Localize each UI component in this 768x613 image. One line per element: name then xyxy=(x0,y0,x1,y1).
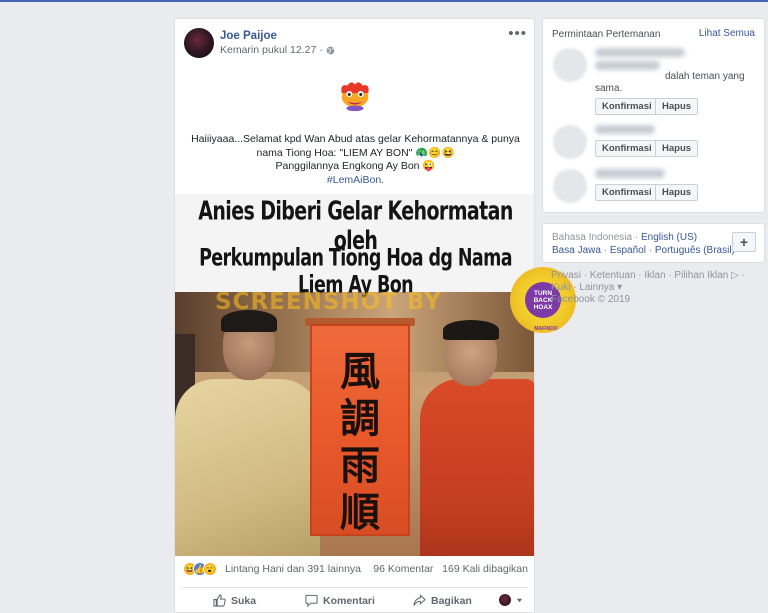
redacted-name xyxy=(595,169,665,178)
footer-links-row: Privasi · Ketentuan · Iklan · Pilihan Ik… xyxy=(551,270,745,281)
separator: · xyxy=(632,232,641,243)
language-row: Basa Jawa · Español · Português (Brasil) xyxy=(552,245,735,256)
footer-ads-link[interactable]: Iklan xyxy=(644,270,665,281)
post-timestamp[interactable]: Kemarin pukul 12.27 xyxy=(220,44,316,56)
post-as-selector[interactable] xyxy=(499,594,523,606)
redacted-name xyxy=(595,48,685,57)
mutual-friends-text: dalah teman yang xyxy=(665,71,745,82)
seal-ring-text: MAFINDO xyxy=(534,326,558,332)
share-button[interactable]: Bagikan xyxy=(413,594,472,607)
redacted-mutual xyxy=(595,61,660,70)
post-photo[interactable]: 風 調 雨 順 Anies Diberi Gelar Kehormatan ol… xyxy=(175,194,534,556)
adchoices-icon: ▷ xyxy=(731,270,739,281)
language-panel: Bahasa Indonesia · English (US) Basa Jaw… xyxy=(542,223,765,263)
delete-button[interactable]: Hapus xyxy=(655,140,699,157)
photo-person-right xyxy=(420,379,534,556)
seal-text: BACK xyxy=(533,296,553,304)
language-espanol-link[interactable]: Español xyxy=(610,245,646,256)
like-label: Suka xyxy=(231,594,257,607)
footer-links-row: Kuki · Lainnya ▾ xyxy=(551,282,623,293)
language-jawa-link[interactable]: Basa Jawa xyxy=(552,245,601,256)
author-avatar[interactable] xyxy=(184,28,214,58)
lion-dance-emoji-icon xyxy=(341,82,369,112)
add-language-button[interactable]: + xyxy=(732,232,756,252)
requester-avatar[interactable] xyxy=(553,125,587,159)
requester-avatar[interactable] xyxy=(553,169,587,203)
post-actions-bar: Suka Komentari Bagikan xyxy=(183,587,528,609)
page-footer: Privasi · Ketentuan · Iklan · Pilihan Ik… xyxy=(551,270,761,306)
footer-terms-link[interactable]: Ketentuan xyxy=(590,270,636,281)
footer-privacy-link[interactable]: Privasi xyxy=(551,270,581,281)
current-language: Bahasa Indonesia xyxy=(552,232,633,243)
delete-button[interactable]: Hapus xyxy=(655,184,699,201)
redacted-name xyxy=(595,125,655,134)
feed-post: Joe Paijoe Kemarin pukul 12.27 · ••• Hai… xyxy=(174,18,535,613)
comments-count-link[interactable]: 96 Komentar xyxy=(373,563,433,575)
reaction-icons[interactable]: 😆 👍 😮 xyxy=(183,562,217,576)
engagement-counts: 96 Komentar 169 Kali dibagikan xyxy=(373,563,528,575)
shares-count-link[interactable]: 169 Kali dibagikan xyxy=(442,563,528,575)
separator: · xyxy=(600,245,610,256)
see-all-link[interactable]: Lihat Semua xyxy=(699,28,755,39)
post-body: Haiiiyaaa...Selamat kpd Wan Abud atas ge… xyxy=(189,133,522,187)
post-text-line: Haiiiyaaa...Selamat kpd Wan Abud atas ge… xyxy=(191,133,520,145)
like-button[interactable]: Suka xyxy=(213,594,256,607)
confirm-button[interactable]: Konfirmasi xyxy=(595,184,659,201)
footer-adchoices-link[interactable]: Pilihan Iklan xyxy=(674,270,728,281)
user-mini-avatar xyxy=(499,594,511,606)
seal-text: TURN xyxy=(533,289,553,297)
post-author-name[interactable]: Joe Paijoe xyxy=(220,30,277,42)
friend-requests-title: Permintaan Pertemanan xyxy=(552,29,661,40)
seal-text: HOAX xyxy=(533,303,553,311)
post-text-line: Panggilannya Engkong Ay Bon 😜 xyxy=(275,160,436,172)
post-options-button[interactable]: ••• xyxy=(508,25,527,42)
meta-separator: · xyxy=(319,44,323,56)
comment-label: Komentari xyxy=(323,594,375,607)
share-icon xyxy=(413,594,426,606)
footer-cookies-link[interactable]: Kuki xyxy=(551,282,570,293)
reactions-summary: 😆 👍 😮 Lintang Hani dan 391 lainnya 96 Ko… xyxy=(183,562,528,578)
footer-copyright: Facebook © 2019 xyxy=(551,294,631,305)
delete-button[interactable]: Hapus xyxy=(655,98,699,115)
wow-reaction-icon: 😮 xyxy=(203,562,217,576)
reactors-link[interactable]: Lintang Hani dan 391 lainnya xyxy=(225,563,361,575)
thumbs-up-icon xyxy=(213,594,226,607)
comment-button[interactable]: Komentari xyxy=(305,594,375,607)
photo-hair-right xyxy=(443,320,499,340)
caret-down-icon xyxy=(516,598,523,602)
requester-avatar[interactable] xyxy=(553,48,587,82)
language-row: Bahasa Indonesia · English (US) xyxy=(552,232,697,243)
confirm-button[interactable]: Konfirmasi xyxy=(595,140,659,157)
scroll-character: 順 xyxy=(340,489,380,536)
screenshot-watermark: SCREENSHOT BY xyxy=(215,289,442,315)
share-label: Bagikan xyxy=(431,594,472,607)
post-meta: Kemarin pukul 12.27 · xyxy=(220,44,335,56)
language-english-link[interactable]: English (US) xyxy=(641,232,697,243)
post-text-line: nama Tiong Hoa: "LIEM AY BON" 🦚😊😆 xyxy=(256,146,455,159)
globe-icon[interactable] xyxy=(326,46,335,55)
separator: · xyxy=(645,245,655,256)
friend-requests-panel: Permintaan Pertemanan Lihat Semua dalah … xyxy=(542,18,765,213)
top-navigation-edge xyxy=(0,0,768,2)
language-portugues-link[interactable]: Português (Brasil) xyxy=(655,245,735,256)
photo-person-left xyxy=(175,379,320,556)
footer-more-link[interactable]: Lainnya xyxy=(579,282,614,293)
hashtag-link[interactable]: #LemAiBon. xyxy=(189,174,522,188)
confirm-button[interactable]: Konfirmasi xyxy=(595,98,659,115)
mutual-friends-text: sama. xyxy=(595,83,623,94)
comment-icon xyxy=(305,594,318,607)
